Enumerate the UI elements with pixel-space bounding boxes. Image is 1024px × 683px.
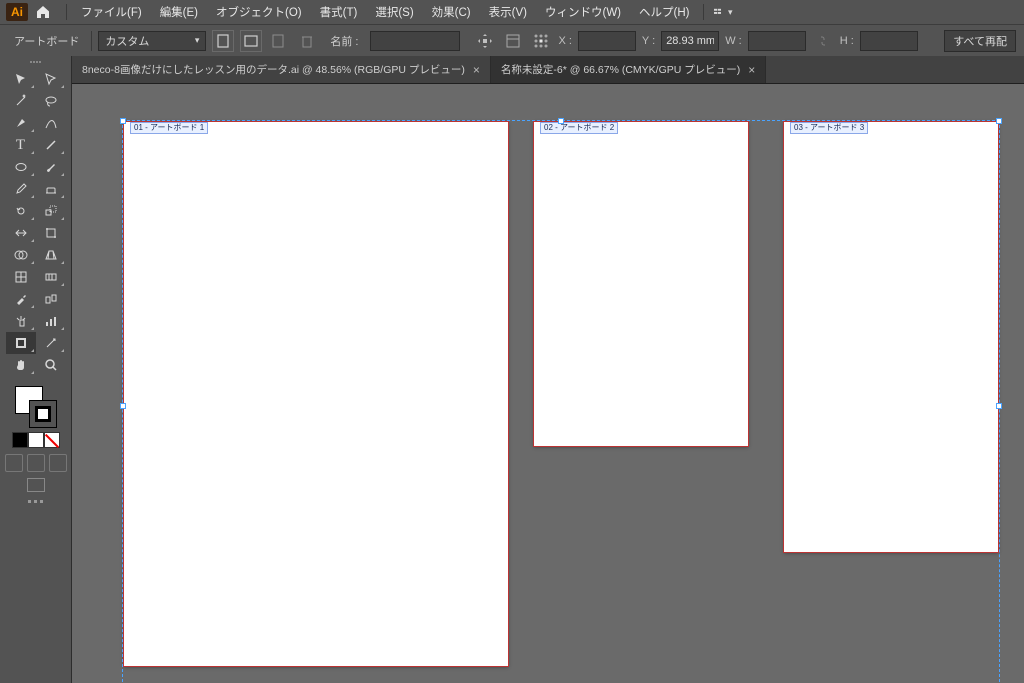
workspace-switcher-icon[interactable]: ▾ <box>714 5 732 19</box>
draw-inside-icon[interactable] <box>49 454 67 472</box>
scale-tool[interactable] <box>36 200 66 222</box>
divider <box>66 4 67 20</box>
symbol-sprayer-tool[interactable] <box>6 310 36 332</box>
name-label: 名前 : <box>324 33 364 49</box>
close-icon[interactable]: × <box>748 63 755 77</box>
color-mode-solid[interactable] <box>12 432 28 448</box>
resize-handle-mr[interactable] <box>996 403 1002 409</box>
document-tab-2[interactable]: 名称未設定-6* @ 66.67% (CMYK/GPU プレビュー) × <box>491 56 766 83</box>
paintbrush-tool[interactable] <box>36 156 66 178</box>
x-input[interactable] <box>578 31 636 51</box>
slice-tool[interactable] <box>36 332 66 354</box>
direct-selection-tool[interactable] <box>36 68 66 90</box>
reference-point-icon[interactable] <box>530 30 552 52</box>
width-tool[interactable] <box>6 222 36 244</box>
tool-panel: T <box>0 56 72 683</box>
type-tool[interactable]: T <box>6 134 36 156</box>
app-logo: Ai <box>6 3 28 21</box>
draw-mode-row <box>5 454 67 472</box>
draw-behind-icon[interactable] <box>27 454 45 472</box>
delete-artboard-icon[interactable] <box>296 30 318 52</box>
orientation-landscape-icon[interactable] <box>240 30 262 52</box>
shape-builder-tool[interactable] <box>6 244 36 266</box>
tab-strip: 8neco-8画像だけにしたレッスン用のデータ.ai @ 48.56% (RGB… <box>72 56 1024 84</box>
w-input[interactable] <box>748 31 806 51</box>
orientation-portrait-icon[interactable] <box>212 30 234 52</box>
screen-mode-icon[interactable] <box>27 478 45 492</box>
pencil-tool[interactable] <box>6 178 36 200</box>
home-icon[interactable] <box>34 3 52 21</box>
tab-title: 8neco-8画像だけにしたレッスン用のデータ.ai @ 48.56% (RGB… <box>82 62 465 77</box>
color-mode-none[interactable] <box>44 432 60 448</box>
rearrange-all-button[interactable]: すべて再配 <box>944 30 1016 52</box>
h-label: H : <box>840 35 854 47</box>
preset-dropdown[interactable]: カスタム <box>98 31 206 51</box>
magic-wand-tool[interactable] <box>6 90 36 112</box>
link-wh-icon[interactable] <box>812 30 834 52</box>
menu-type[interactable]: 書式(T) <box>312 4 366 20</box>
menu-help[interactable]: ヘルプ(H) <box>631 4 697 20</box>
menu-file[interactable]: ファイル(F) <box>73 4 150 20</box>
eraser-tool[interactable] <box>36 178 66 200</box>
line-tool[interactable] <box>36 134 66 156</box>
free-transform-tool[interactable] <box>36 222 66 244</box>
stroke-swatch[interactable] <box>29 400 57 428</box>
screen-mode-row <box>27 478 45 492</box>
workspace: T <box>0 56 1024 683</box>
canvas-viewport[interactable]: 01 - アートボード 1 02 - アートボード 2 03 - アートボード … <box>72 84 1024 683</box>
y-input[interactable] <box>661 31 719 51</box>
resize-handle-tm[interactable] <box>558 118 564 124</box>
h-input[interactable] <box>860 31 918 51</box>
mode-label: アートボード <box>8 33 85 49</box>
document-area: 8neco-8画像だけにしたレッスン用のデータ.ai @ 48.56% (RGB… <box>72 56 1024 683</box>
menu-object[interactable]: オブジェクト(O) <box>208 4 310 20</box>
close-icon[interactable]: × <box>473 63 480 77</box>
y-label: Y : <box>642 35 655 47</box>
gradient-tool[interactable] <box>36 266 66 288</box>
color-mode-row <box>12 432 60 448</box>
column-graph-tool[interactable] <box>36 310 66 332</box>
lasso-tool[interactable] <box>36 90 66 112</box>
resize-handle-tl[interactable] <box>120 118 126 124</box>
menu-window[interactable]: ウィンドウ(W) <box>537 4 629 20</box>
menu-bar: Ai ファイル(F) 編集(E) オブジェクト(O) 書式(T) 選択(S) 効… <box>0 0 1024 24</box>
menu-edit[interactable]: 編集(E) <box>152 4 206 20</box>
document-tab-1[interactable]: 8neco-8画像だけにしたレッスン用のデータ.ai @ 48.56% (RGB… <box>72 56 491 83</box>
resize-handle-ml[interactable] <box>120 403 126 409</box>
artboard-name-input[interactable] <box>370 31 460 51</box>
x-label: X : <box>558 35 571 47</box>
panel-dots <box>28 500 43 503</box>
rotate-tool[interactable] <box>6 200 36 222</box>
panel-gripper[interactable] <box>0 58 71 66</box>
control-bar: アートボード カスタム 名前 : X : Y : W : H : すべて再配 <box>0 24 1024 56</box>
eyedropper-tool[interactable] <box>6 288 36 310</box>
ellipse-tool[interactable] <box>6 156 36 178</box>
resize-handle-tr[interactable] <box>996 118 1002 124</box>
divider <box>703 4 704 20</box>
fill-stroke-swatches[interactable] <box>15 386 57 428</box>
new-artboard-icon[interactable] <box>268 30 290 52</box>
move-with-artboard-icon[interactable] <box>474 30 496 52</box>
menu-effect[interactable]: 効果(C) <box>424 4 479 20</box>
tab-title: 名称未設定-6* @ 66.67% (CMYK/GPU プレビュー) <box>501 62 740 77</box>
artboard-tool[interactable] <box>6 332 36 354</box>
preset-value: カスタム <box>105 33 149 49</box>
color-mode-gradient[interactable] <box>28 432 44 448</box>
curvature-tool[interactable] <box>36 112 66 134</box>
mesh-tool[interactable] <box>6 266 36 288</box>
menu-view[interactable]: 表示(V) <box>481 4 535 20</box>
draw-normal-icon[interactable] <box>5 454 23 472</box>
divider <box>91 31 92 51</box>
hand-tool[interactable] <box>6 354 36 376</box>
pen-tool[interactable] <box>6 112 36 134</box>
menu-select[interactable]: 選択(S) <box>367 4 421 20</box>
w-label: W : <box>725 35 742 47</box>
zoom-tool[interactable] <box>36 354 66 376</box>
perspective-grid-tool[interactable] <box>36 244 66 266</box>
blend-tool[interactable] <box>36 288 66 310</box>
selection-tool[interactable] <box>6 68 36 90</box>
selection-bounding-box[interactable] <box>122 120 1000 683</box>
artboard-options-icon[interactable] <box>502 30 524 52</box>
